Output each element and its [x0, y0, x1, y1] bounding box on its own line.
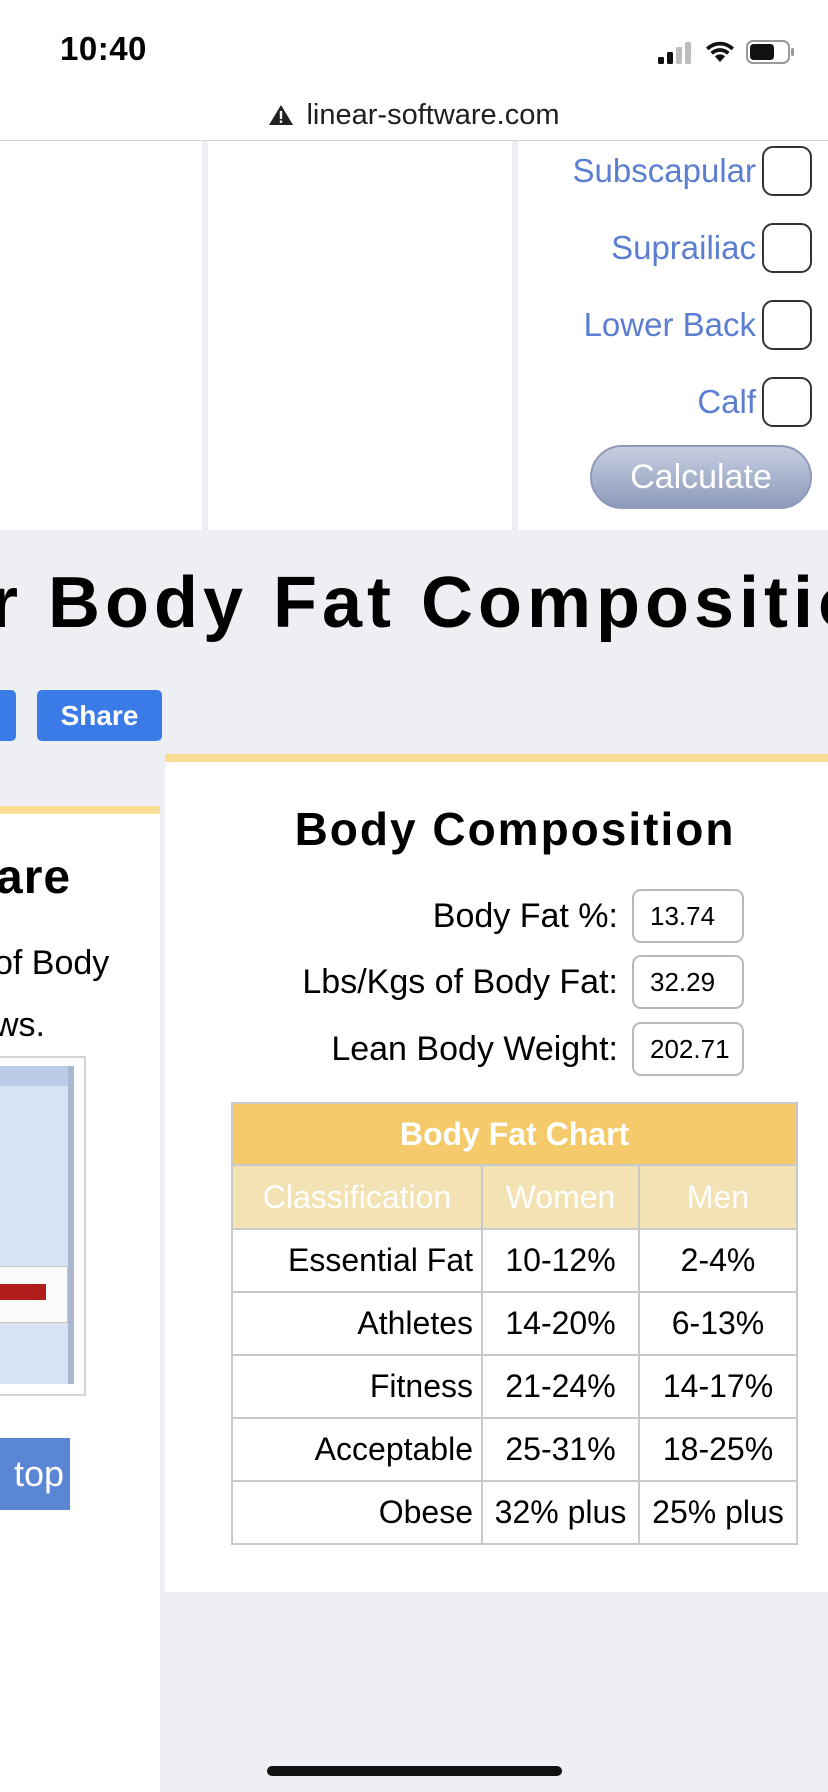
column-header-women: Women	[481, 1164, 640, 1230]
facebook-share-button[interactable]	[0, 690, 16, 741]
calf-label: Calf	[697, 383, 756, 420]
women-cell: 25-31%	[481, 1417, 640, 1482]
calculate-button[interactable]: Calculate	[590, 445, 812, 509]
body-composition-panel: Body Composition Body Fat %: 13.74 Lbs/K…	[165, 754, 828, 1592]
software-screenshot-image[interactable]	[0, 1056, 86, 1396]
lean-body-weight-field[interactable]: 202.71	[632, 1022, 744, 1076]
women-cell: 10-12%	[481, 1228, 640, 1293]
share-button[interactable]: Share	[37, 690, 162, 741]
column-divider	[512, 141, 518, 530]
table-row: Essential Fat 10-12% 2-4%	[231, 1228, 798, 1293]
body-composition-title: Body Composition	[294, 803, 736, 855]
address-bar[interactable]: linear-software.com	[0, 90, 828, 141]
body-fat-weight-label: Lbs/Kgs of Body Fat:	[302, 962, 618, 1001]
software-panel: are of Body ws. top	[0, 806, 160, 1792]
table-row: Fitness 21-24% 14-17%	[231, 1354, 798, 1419]
desktop-download-button[interactable]: top	[0, 1438, 70, 1510]
classification-cell: Acceptable	[231, 1417, 483, 1482]
men-cell: 18-25%	[638, 1417, 798, 1482]
table-row: Acceptable 25-31% 18-25%	[231, 1417, 798, 1482]
women-cell: 32% plus	[481, 1480, 640, 1545]
column-header-men: Men	[638, 1164, 798, 1230]
page-title: r Body Fat Compositio	[0, 563, 828, 643]
classification-cell: Obese	[231, 1480, 483, 1545]
women-cell: 21-24%	[481, 1354, 640, 1419]
classification-cell: Athletes	[231, 1291, 483, 1356]
software-panel-title: are	[0, 851, 72, 904]
body-fat-weight-row: Lbs/Kgs of Body Fat: 32.29	[302, 955, 744, 1009]
status-bar: 10:40	[0, 0, 828, 98]
subscapular-checkbox[interactable]	[762, 146, 812, 196]
url-text: linear-software.com	[306, 98, 560, 131]
lower-back-checkbox[interactable]	[762, 300, 812, 350]
suprailiac-checkbox[interactable]	[762, 223, 812, 273]
men-cell: 6-13%	[638, 1291, 798, 1356]
table-row: Athletes 14-20% 6-13%	[231, 1291, 798, 1356]
body-fat-percent-label: Body Fat %:	[432, 896, 618, 935]
lean-body-weight-row: Lean Body Weight: 202.71	[331, 1022, 744, 1076]
software-panel-text: of Body	[0, 944, 110, 982]
lower-back-label: Lower Back	[583, 306, 756, 343]
men-cell: 2-4%	[638, 1228, 798, 1293]
subscapular-row: Subscapular	[573, 143, 812, 199]
column-divider	[202, 141, 208, 530]
classification-cell: Essential Fat	[231, 1228, 483, 1293]
suprailiac-row: Suprailiac	[611, 220, 812, 276]
screenshot-window	[0, 1066, 74, 1384]
body-fat-weight-field[interactable]: 32.29	[632, 955, 744, 1009]
software-panel-text: ws.	[0, 1006, 45, 1044]
table-row: Obese 32% plus 25% plus	[231, 1480, 798, 1545]
calf-row: Calf	[697, 374, 812, 430]
column-header-classification: Classification	[231, 1164, 483, 1230]
battery-icon	[746, 40, 794, 64]
body-fat-percent-row: Body Fat %: 13.74	[433, 889, 744, 943]
measurement-form: Subscapular Suprailiac Lower Back Calf C…	[0, 141, 828, 530]
classification-cell: Fitness	[231, 1354, 483, 1419]
lower-back-row: Lower Back	[584, 297, 812, 353]
cellular-signal-icon	[658, 42, 691, 64]
body-fat-chart-table: Body Fat Chart Classification Women Men …	[231, 1102, 798, 1545]
status-icons	[658, 34, 796, 64]
status-time: 10:40	[60, 30, 147, 67]
warning-icon	[269, 105, 294, 125]
wifi-icon	[706, 41, 734, 62]
calf-checkbox[interactable]	[762, 377, 812, 427]
suprailiac-label: Suprailiac	[611, 229, 756, 266]
men-cell: 14-17%	[638, 1354, 798, 1419]
home-indicator[interactable]	[267, 1766, 562, 1776]
subscapular-label: Subscapular	[572, 152, 756, 189]
men-cell: 25% plus	[638, 1480, 798, 1545]
women-cell: 14-20%	[481, 1291, 640, 1356]
body-fat-percent-field[interactable]: 13.74	[632, 889, 744, 943]
body-fat-chart-title: Body Fat Chart	[231, 1102, 798, 1166]
lean-body-weight-label: Lean Body Weight:	[331, 1029, 618, 1068]
